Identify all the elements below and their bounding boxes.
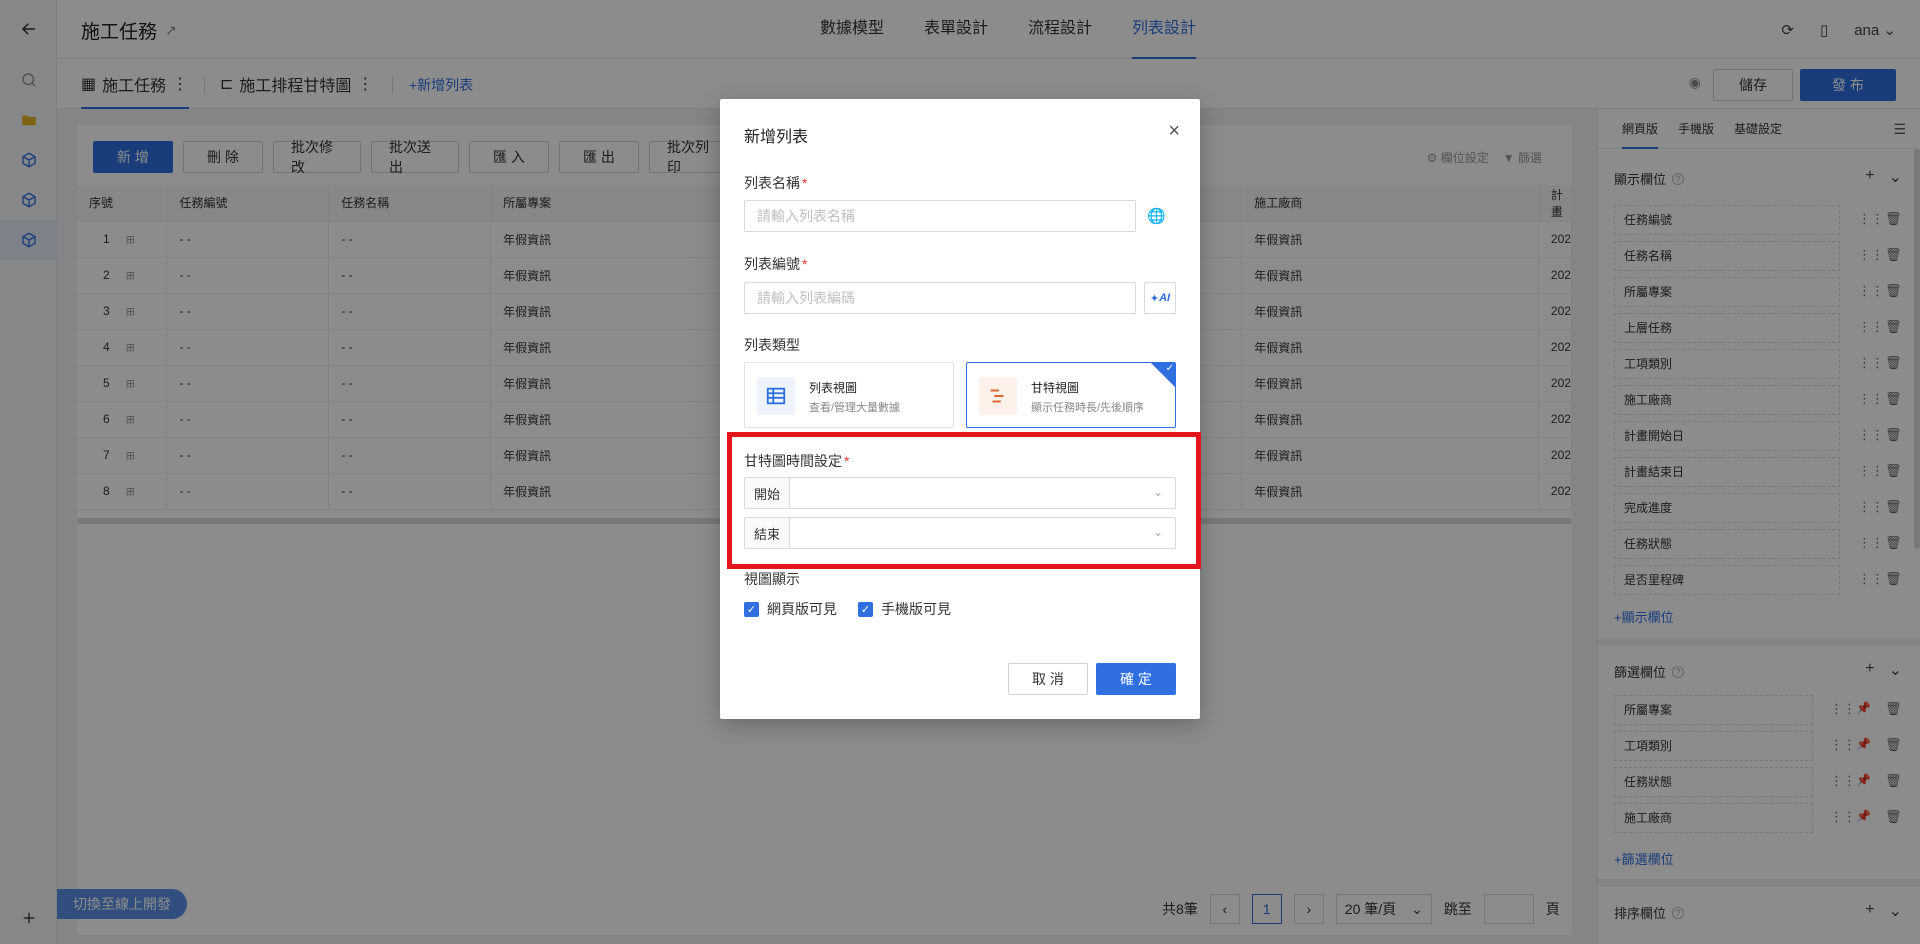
gantt-view-icon (979, 377, 1017, 415)
list-name-label: 列表名稱 * (744, 175, 808, 191)
gantt-view-card[interactable]: 甘特視圖 顯示任務時長/先後順序 ✓ (966, 362, 1176, 428)
list-code-label: 列表編號 * (744, 256, 808, 272)
close-icon[interactable]: × (1168, 121, 1180, 141)
globe-icon[interactable]: 🌐 (1147, 207, 1166, 225)
list-view-card[interactable]: 列表視圖 查看/管理大量數據 (744, 362, 954, 428)
list-type-label: 列表類型 (744, 337, 800, 353)
ai-generate-button[interactable]: ✦ AI (1144, 282, 1176, 314)
new-list-dialog: 新增列表 × 列表名稱* 🌐 列表編號* ✦AI 列表類型 列表視圖 查看/管理… (720, 99, 1200, 719)
cancel-button[interactable]: 取 消 (1008, 663, 1088, 695)
checkbox-checked-icon: ✓ (744, 601, 759, 617)
view-display-label: 視圖顯示 (744, 571, 800, 587)
list-view-icon (757, 377, 795, 415)
annotation-highlight-box (727, 432, 1201, 569)
checkbox-checked-icon: ✓ (858, 601, 873, 617)
list-name-input[interactable] (744, 200, 1136, 232)
mobile-visible-checkbox[interactable]: ✓ 手機版可見 (858, 599, 951, 619)
selected-check-icon: ✓ (1151, 363, 1175, 387)
list-code-input[interactable] (744, 282, 1136, 314)
dialog-title: 新增列表 (744, 129, 809, 146)
confirm-button[interactable]: 確 定 (1096, 663, 1176, 695)
web-visible-checkbox[interactable]: ✓ 網頁版可見 (744, 599, 837, 619)
